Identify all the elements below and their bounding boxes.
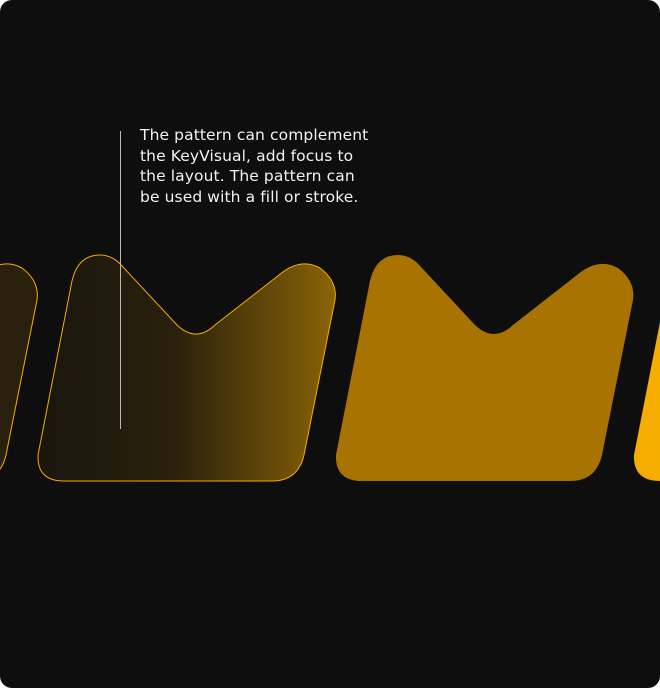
crown-shape-stroke <box>37 254 336 482</box>
crown-shape-right-partial <box>633 321 660 481</box>
caption-line-1: The pattern can complement <box>140 126 369 144</box>
crown-shape-fill <box>335 255 634 481</box>
crown-shape-left-partial <box>0 263 38 470</box>
crown-pattern <box>0 254 660 482</box>
caption-line-4: be used with a fill or stroke. <box>140 187 359 206</box>
pattern-canvas: The pattern can complement the KeyVisual… <box>0 0 660 688</box>
pattern-caption: The pattern can complement the KeyVisual… <box>140 125 400 207</box>
caption-line-2: the KeyVisual, add focus to <box>140 146 354 165</box>
caption-line-3: the layout. The pattern can <box>140 167 355 185</box>
annotation-line <box>120 131 121 429</box>
